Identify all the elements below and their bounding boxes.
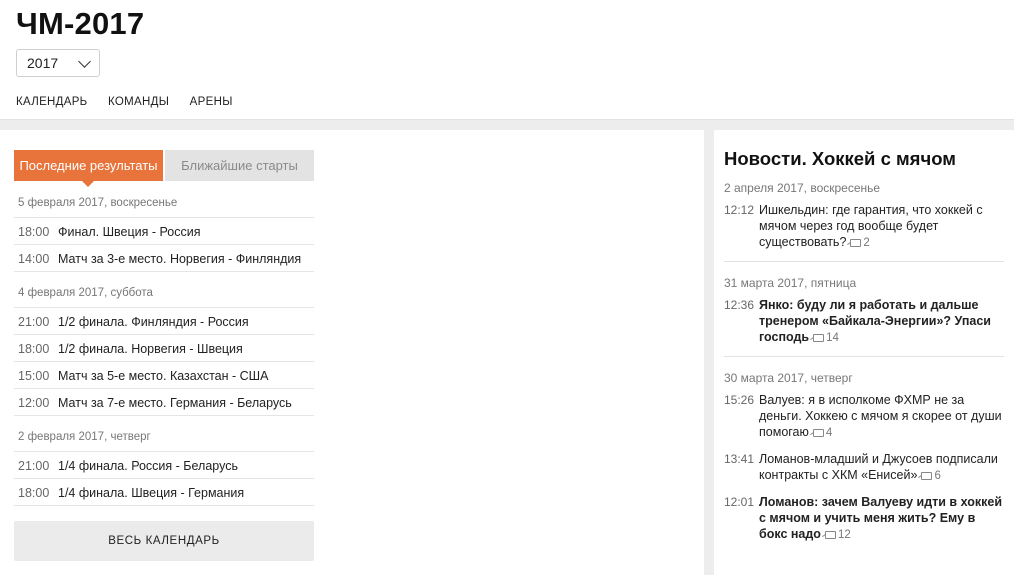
- news-date: 30 марта 2017, четверг: [724, 371, 853, 385]
- match-time: 21:00: [18, 459, 50, 473]
- news-item[interactable]: 15:26 Валуев: я в исполкоме ФХМР не за де…: [724, 392, 1004, 441]
- news-list: 2 апреля 2017, воскресенье 12:12 Ишкельдин…: [724, 181, 1004, 553]
- comment-count-value: 2: [863, 237, 870, 249]
- news-item[interactable]: 12:12 Ишкельдин: где гарантия, что хоккей…: [724, 202, 1004, 251]
- match-stage: 1/2 финала.: [58, 342, 128, 356]
- full-calendar-button[interactable]: ВЕСЬ КАЛЕНДАРЬ: [14, 521, 314, 561]
- results-panel: Последние результаты Ближайшие старты 5 …: [0, 130, 704, 575]
- match-row[interactable]: 15:00 Матч за 5-е место. Казахстан - США: [14, 362, 314, 389]
- news-item[interactable]: 12:01 Ломанов: зачем Валуеву идти в хокке…: [724, 494, 1004, 543]
- results-tabs: Последние результаты Ближайшие старты: [14, 150, 314, 187]
- match-teams: Германия - Беларусь: [169, 396, 292, 410]
- comment-count-value: 6: [934, 470, 941, 482]
- match-row[interactable]: 14:00 Матч за 3-е место. Норвегия - Финля…: [14, 245, 314, 272]
- news-time: 13:41: [724, 452, 755, 466]
- result-date: 4 февраля 2017, суббота: [14, 280, 314, 308]
- news-title: Новости. Хоккей с мячом: [724, 148, 956, 169]
- comment-count[interactable]: 2: [850, 237, 870, 249]
- chevron-down-icon: [78, 55, 91, 68]
- match-stage: Финал.: [58, 225, 100, 239]
- comment-count[interactable]: 4: [812, 427, 833, 439]
- match-time: 18:00: [18, 486, 50, 500]
- comment-count-value: 12: [837, 529, 851, 541]
- match-time: 12:00: [18, 396, 50, 410]
- match-stage: 1/2 финала.: [58, 315, 128, 329]
- tab-latest-results-label: Последние результаты: [19, 158, 158, 173]
- tab-upcoming[interactable]: Ближайшие старты: [165, 150, 314, 181]
- match-row[interactable]: 21:00 1/4 финала. Россия - Беларусь: [14, 452, 314, 479]
- match-time: 18:00: [18, 342, 50, 356]
- comment-icon: [813, 334, 825, 342]
- news-time: 12:12: [724, 203, 755, 217]
- result-date: 2 февраля 2017, четверг: [14, 424, 314, 452]
- year-select[interactable]: 2017: [16, 49, 100, 77]
- comment-icon: [812, 429, 824, 437]
- match-teams: Россия - Беларусь: [131, 459, 238, 473]
- match-time: 14:00: [18, 252, 50, 266]
- tab-upcoming-label: Ближайшие старты: [181, 158, 298, 173]
- match-teams: Швеция - Россия: [102, 225, 201, 239]
- news-headline: Ломанов: зачем Валуеву идти в хоккей с м…: [759, 495, 1003, 541]
- match-time: 21:00: [18, 315, 50, 329]
- result-date: 5 февраля 2017, воскресенье: [14, 190, 314, 218]
- news-date: 2 апреля 2017, воскресенье: [724, 181, 881, 195]
- news-divider: [724, 356, 1004, 357]
- match-teams: Норвегия - Финляндия: [169, 252, 302, 266]
- page-title: ЧМ-2017: [16, 6, 145, 41]
- match-row[interactable]: 18:00 Финал. Швеция - Россия: [14, 218, 314, 245]
- comment-icon: [824, 531, 836, 539]
- news-item[interactable]: 13:41 Ломанов-младший и Джусоев подписали…: [724, 451, 1004, 484]
- news-divider: [724, 261, 1004, 262]
- news-headline: Ишкельдин: где гарантия, что хоккей с мя…: [759, 203, 983, 249]
- match-stage: Матч за 7-е место.: [58, 396, 167, 410]
- news-time: 12:01: [724, 495, 755, 509]
- match-time: 18:00: [18, 225, 50, 239]
- match-stage: Матч за 3-е место.: [58, 252, 167, 266]
- news-time: 12:36: [724, 298, 755, 312]
- comment-count[interactable]: 6: [921, 470, 941, 482]
- news-headline: Валуев: я в исполкоме ФХМР не за деньги.…: [759, 393, 1002, 439]
- header: ЧМ-2017 2017 КАЛЕНДАРЬ КОМАНДЫ АРЕНЫ: [0, 0, 1014, 120]
- nav-teams[interactable]: КОМАНДЫ: [108, 96, 169, 108]
- comment-icon: [921, 472, 933, 480]
- match-teams: Казахстан - США: [169, 369, 269, 383]
- nav-calendar[interactable]: КАЛЕНДАРЬ: [16, 96, 88, 108]
- match-row[interactable]: 18:00 1/2 финала. Норвегия - Швеция: [14, 335, 314, 362]
- news-headline: Ломанов-младший и Джусоев подписали конт…: [759, 452, 998, 482]
- news-panel: Новости. Хоккей с мячом 2 апреля 2017, в…: [714, 130, 1014, 575]
- match-stage: Матч за 5-е место.: [58, 369, 167, 383]
- match-stage: 1/4 финала.: [58, 459, 128, 473]
- comment-icon: [850, 239, 862, 247]
- nav-arenas[interactable]: АРЕНЫ: [190, 96, 233, 108]
- tab-latest-results[interactable]: Последние результаты: [14, 150, 163, 187]
- match-teams: Швеция - Германия: [131, 486, 245, 500]
- comment-count[interactable]: 14: [813, 332, 839, 344]
- match-teams: Норвегия - Швеция: [131, 342, 243, 356]
- news-time: 15:26: [724, 393, 755, 407]
- results-list: 5 февраля 2017, воскресенье 18:00 Финал. Ш…: [14, 190, 314, 506]
- active-tab-pointer: [82, 181, 94, 187]
- match-stage: 1/4 финала.: [58, 486, 128, 500]
- match-row[interactable]: 18:00 1/4 финала. Швеция - Германия: [14, 479, 314, 506]
- news-date: 31 марта 2017, пятница: [724, 276, 857, 290]
- news-headline: Янко: буду ли я работать и дальше тренер…: [759, 298, 991, 344]
- match-row[interactable]: 21:00 1/2 финала. Финляндия - Россия: [14, 308, 314, 335]
- comment-count-value: 4: [825, 427, 833, 439]
- match-time: 15:00: [18, 369, 50, 383]
- match-teams: Финляндия - Россия: [131, 315, 249, 329]
- news-item[interactable]: 12:36 Янко: буду ли я работать и дальше т…: [724, 297, 1004, 346]
- year-select-value: 2017: [27, 55, 59, 71]
- section-nav: КАЛЕНДАРЬ КОМАНДЫ АРЕНЫ: [16, 96, 250, 108]
- comment-count[interactable]: 12: [824, 529, 851, 541]
- match-row[interactable]: 12:00 Матч за 7-е место. Германия - Белар…: [14, 389, 314, 416]
- comment-count-value: 14: [826, 332, 839, 344]
